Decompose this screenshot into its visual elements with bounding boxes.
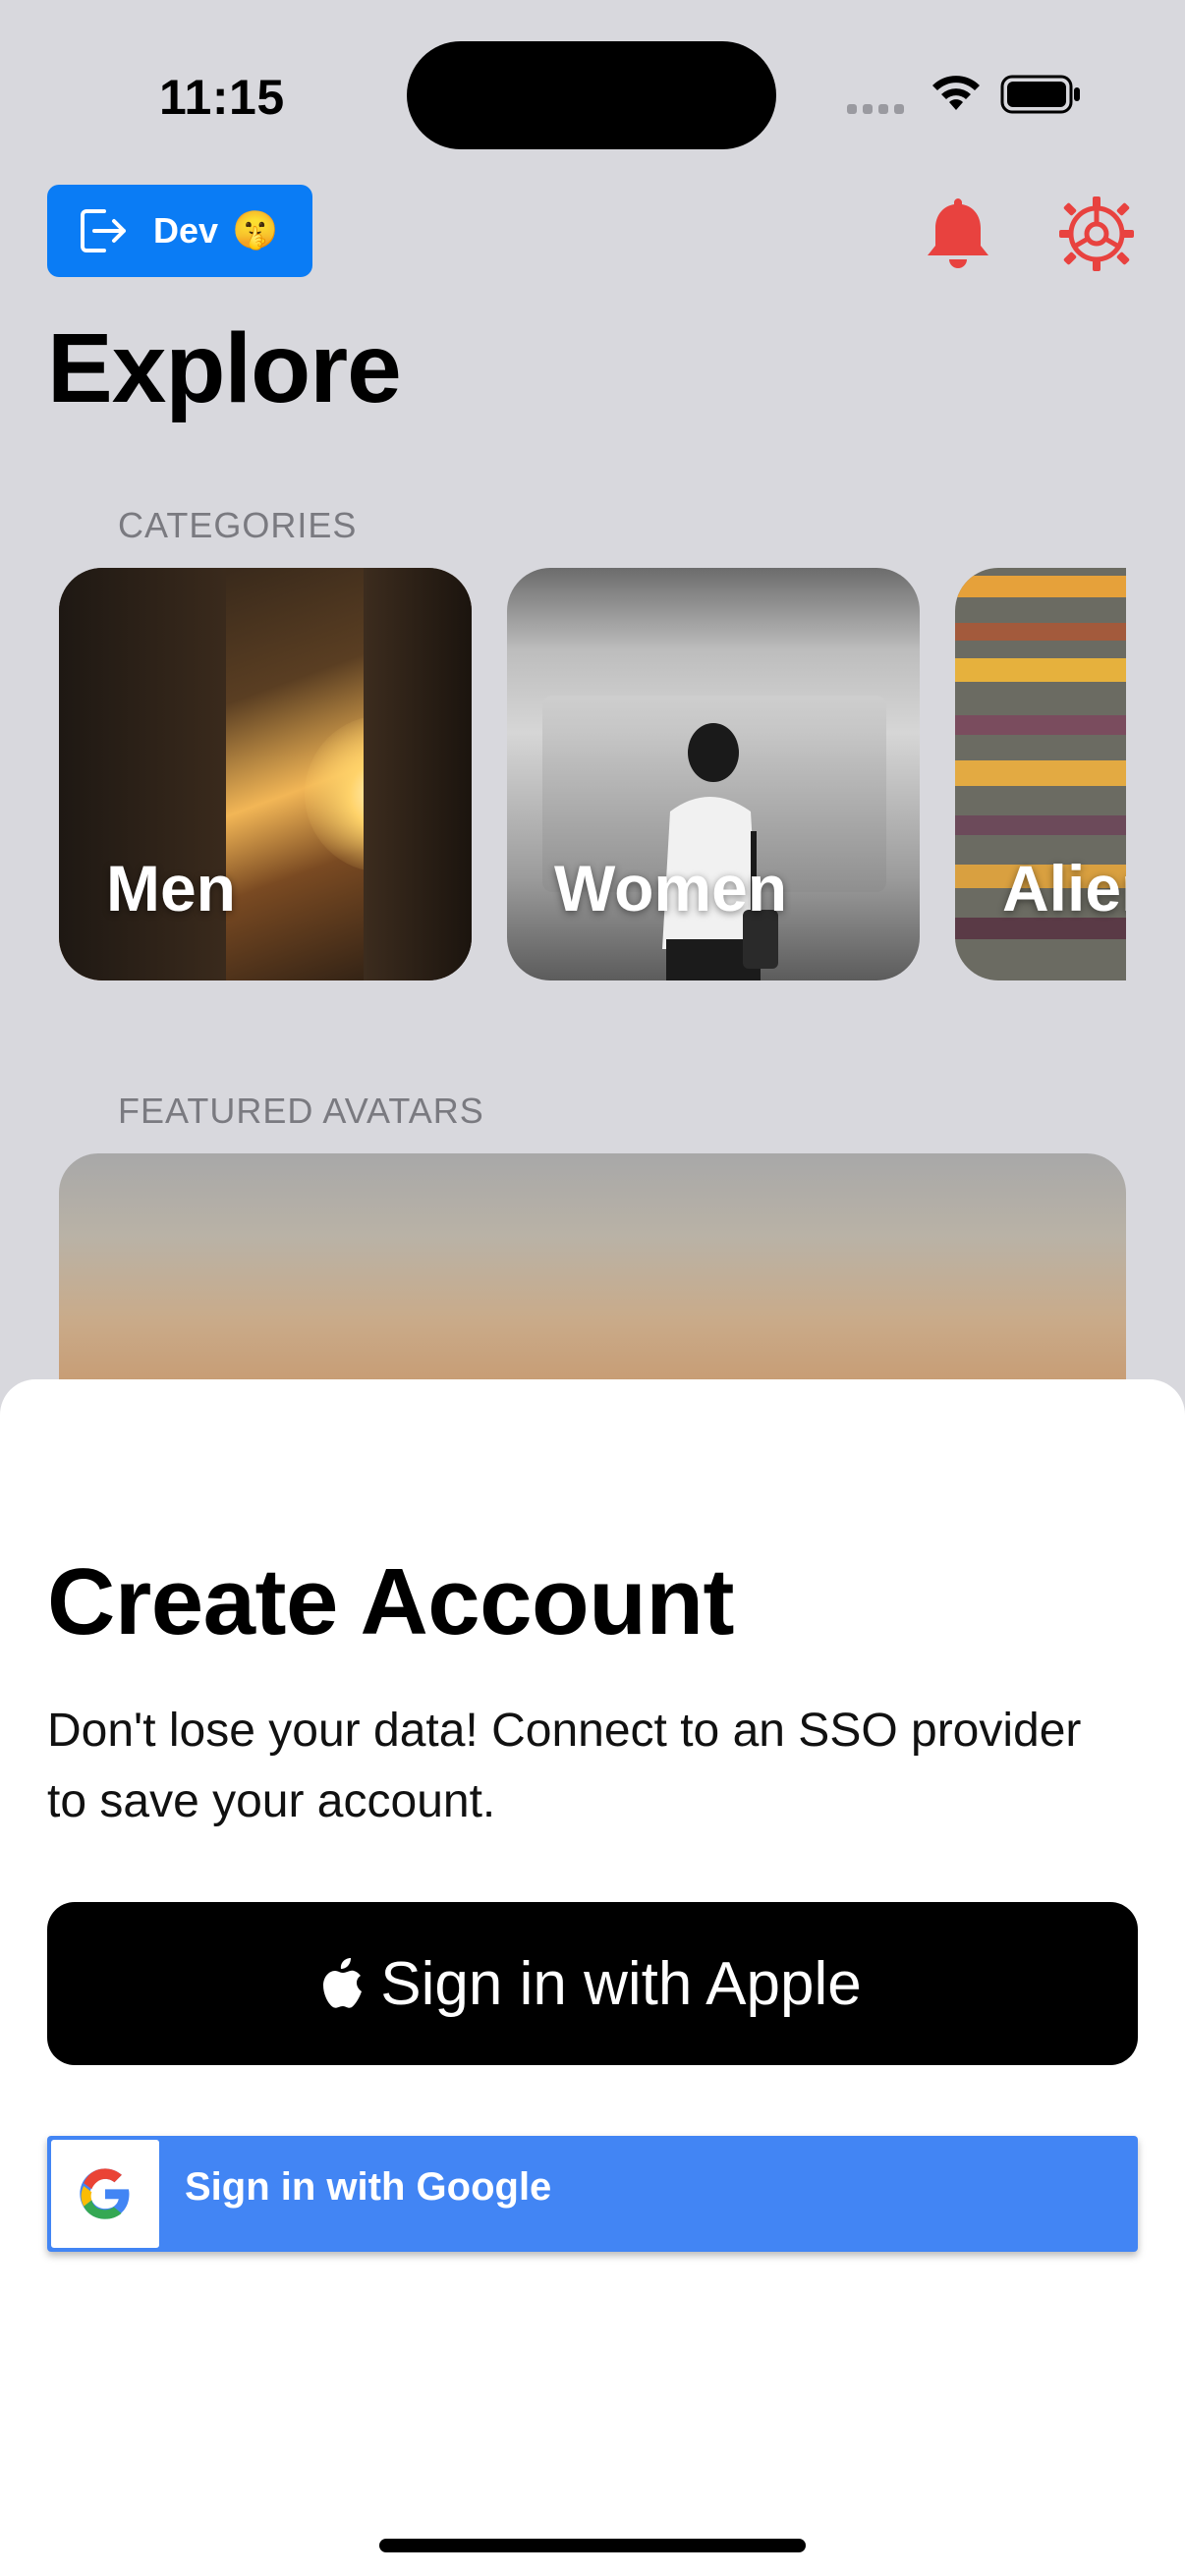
category-card-women[interactable]: Women	[507, 568, 920, 980]
categories-carousel[interactable]: Men Women Alier	[0, 568, 1126, 984]
dynamic-island	[407, 41, 776, 149]
logout-icon	[81, 209, 126, 252]
status-bar: 11:15	[0, 0, 1185, 187]
dev-logout-button[interactable]: Dev 🤫	[47, 185, 312, 277]
google-logo-container	[51, 2140, 159, 2248]
home-indicator[interactable]	[379, 2539, 806, 2552]
sheet-subtitle: Don't lose your data! Connect to an SSO …	[47, 1705, 1082, 1827]
woman-figure	[662, 723, 778, 980]
google-button-label: Sign in with Google	[185, 2165, 552, 2209]
sign-in-with-google-button[interactable]: Sign in with Google	[47, 2136, 1138, 2252]
battery-icon	[1000, 75, 1080, 114]
sunset-glow	[305, 715, 462, 872]
category-label: Men	[106, 852, 236, 924]
category-label: Women	[554, 852, 788, 924]
apple-button-label: Sign in with Apple	[380, 1949, 862, 2018]
cellular-signal-icon	[847, 104, 904, 114]
shushing-face-icon: 🤫	[232, 210, 279, 252]
featured-section-label: FEATURED AVATARS	[118, 1091, 484, 1131]
wifi-icon	[932, 76, 980, 110]
apple-logo-icon	[323, 1958, 363, 2008]
google-logo-icon	[80, 2168, 130, 2219]
status-time: 11:15	[159, 70, 285, 125]
sign-in-with-apple-button[interactable]: Sign in with Apple	[47, 1902, 1138, 2065]
category-card-alien[interactable]: Alier	[955, 568, 1126, 980]
sheet-title: Create Account	[47, 1549, 734, 1654]
category-card-men[interactable]: Men	[59, 568, 472, 980]
categories-section-label: CATEGORIES	[118, 505, 358, 545]
settings-gear-icon[interactable]	[1057, 195, 1136, 273]
featured-avatar-card[interactable]	[59, 1153, 1126, 1389]
notification-bell-icon[interactable]	[922, 195, 994, 273]
status-icons	[847, 71, 1083, 122]
category-label: Alier	[1002, 852, 1126, 924]
dev-button-label: Dev	[153, 210, 219, 251]
page-title: Explore	[47, 313, 402, 423]
